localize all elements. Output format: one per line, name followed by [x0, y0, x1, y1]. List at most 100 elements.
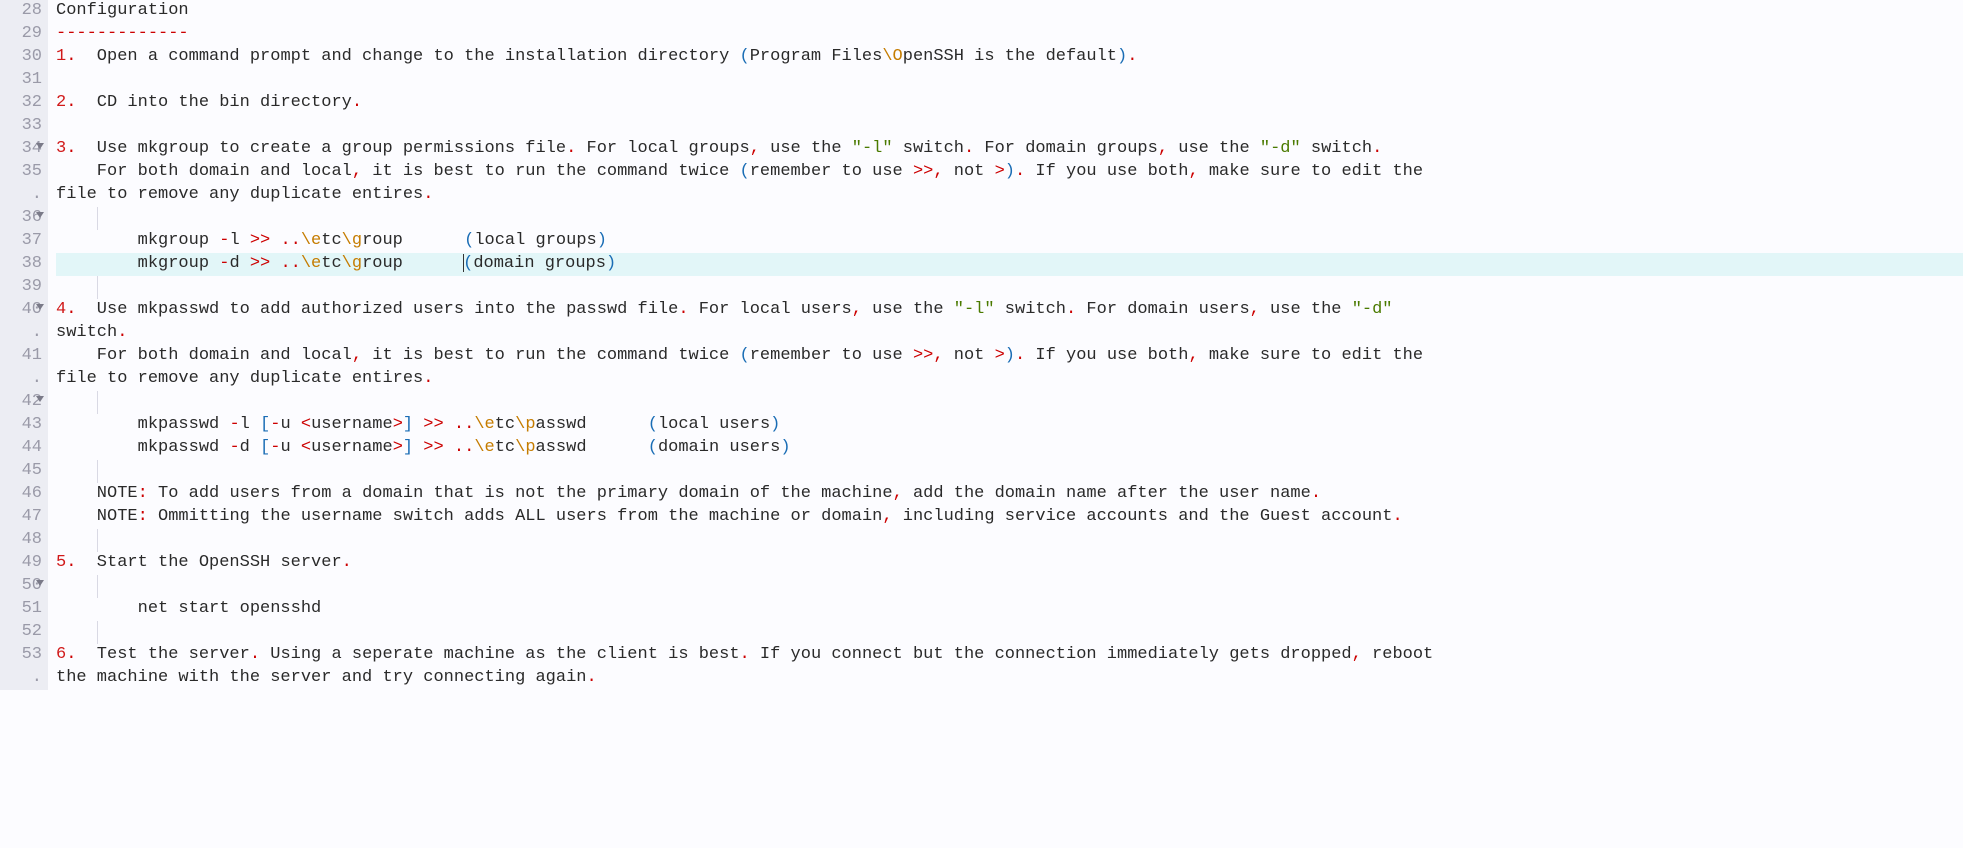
line-number[interactable]: 40 — [0, 299, 42, 322]
line-number-label: 41 — [22, 346, 42, 365]
code-line[interactable] — [56, 621, 1963, 644]
line-number[interactable]: 35 — [0, 161, 42, 184]
code-line[interactable]: NOTE: To add users from a domain that is… — [56, 483, 1963, 506]
fold-icon[interactable] — [36, 212, 44, 218]
code-line[interactable]: mkgroup -d >> ..\etc\group (domain group… — [56, 253, 1963, 276]
code-token: Configuration — [56, 1, 189, 20]
code-line[interactable] — [56, 207, 1963, 230]
code-line[interactable] — [56, 460, 1963, 483]
line-number-label: 28 — [22, 1, 42, 20]
code-line[interactable]: For both domain and local, it is best to… — [56, 161, 1963, 184]
code-line[interactable]: 3. Use mkgroup to create a group permiss… — [56, 138, 1963, 161]
line-number[interactable]: 31 — [0, 69, 42, 92]
line-number[interactable]: 47 — [0, 506, 42, 529]
code-token: l — [229, 231, 249, 250]
code-token: > — [995, 162, 1005, 181]
code-token: < — [301, 415, 311, 434]
fold-icon[interactable] — [36, 304, 44, 310]
code-line[interactable]: the machine with the server and try conn… — [56, 667, 1963, 690]
line-number[interactable]: 43 — [0, 414, 42, 437]
code-line[interactable]: ------------- — [56, 23, 1963, 46]
code-token: 2 — [56, 93, 66, 112]
line-number[interactable]: 28 — [0, 0, 42, 23]
fold-icon[interactable] — [36, 143, 44, 149]
code-token: ) — [1005, 162, 1015, 181]
line-number[interactable]: . — [0, 184, 42, 207]
code-line[interactable]: Configuration — [56, 0, 1963, 23]
code-editor[interactable]: 2829303132333435.3637383940.41.424344454… — [0, 0, 1963, 690]
line-number[interactable]: 37 — [0, 230, 42, 253]
line-number[interactable]: 51 — [0, 598, 42, 621]
fold-icon[interactable] — [36, 580, 44, 586]
code-token: - — [270, 415, 280, 434]
code-token: switch — [1301, 139, 1372, 158]
line-number[interactable]: 30 — [0, 46, 42, 69]
code-token: . — [1066, 300, 1076, 319]
code-token: , — [352, 346, 362, 365]
code-line[interactable]: file to remove any duplicate entires. — [56, 368, 1963, 391]
code-line[interactable] — [56, 276, 1963, 299]
line-number[interactable]: 45 — [0, 460, 42, 483]
line-number[interactable]: 52 — [0, 621, 42, 644]
code-token: - — [229, 415, 239, 434]
code-line[interactable]: 4. Use mkpasswd to add authorized users … — [56, 299, 1963, 322]
code-token: , — [933, 162, 943, 181]
code-token: Test the server — [76, 645, 249, 664]
line-number[interactable]: 46 — [0, 483, 42, 506]
code-token: . — [740, 645, 750, 664]
code-line[interactable] — [56, 575, 1963, 598]
code-line[interactable]: 5. Start the OpenSSH server. — [56, 552, 1963, 575]
code-token: >> — [423, 415, 443, 434]
line-number-gutter[interactable]: 2829303132333435.3637383940.41.424344454… — [0, 0, 48, 690]
code-token: , — [1188, 346, 1198, 365]
code-line[interactable]: 6. Test the server. Using a seperate mac… — [56, 644, 1963, 667]
line-number[interactable]: . — [0, 322, 42, 345]
line-number[interactable]: . — [0, 368, 42, 391]
code-token: ] — [403, 415, 413, 434]
code-token: 5 — [56, 553, 66, 572]
code-token: Use mkpasswd to add authorized users int… — [76, 300, 678, 319]
code-token — [413, 415, 423, 434]
code-line[interactable]: mkpasswd -l [-u <username>] >> ..\etc\pa… — [56, 414, 1963, 437]
code-line[interactable]: mkgroup -l >> ..\etc\group (local groups… — [56, 230, 1963, 253]
line-number[interactable]: 50 — [0, 575, 42, 598]
code-line[interactable] — [56, 69, 1963, 92]
code-line[interactable] — [56, 391, 1963, 414]
code-line[interactable]: net start opensshd — [56, 598, 1963, 621]
line-number[interactable]: 33 — [0, 115, 42, 138]
code-line[interactable]: switch. — [56, 322, 1963, 345]
code-token: > — [393, 438, 403, 457]
code-token: ) — [1117, 47, 1127, 66]
code-line[interactable]: file to remove any duplicate entires. — [56, 184, 1963, 207]
line-number[interactable]: 36 — [0, 207, 42, 230]
line-number[interactable]: 29 — [0, 23, 42, 46]
line-number[interactable]: 44 — [0, 437, 42, 460]
line-number[interactable]: 32 — [0, 92, 42, 115]
line-number[interactable]: . — [0, 667, 42, 690]
code-line[interactable]: NOTE: Ommitting the username switch adds… — [56, 506, 1963, 529]
line-number[interactable]: 38 — [0, 253, 42, 276]
code-token: Using a seperate machine as the client i… — [260, 645, 739, 664]
code-token: ( — [463, 254, 473, 273]
code-area[interactable]: Configuration -------------1. Open a comm… — [48, 0, 1963, 690]
line-number[interactable]: 48 — [0, 529, 42, 552]
line-number[interactable]: 49 — [0, 552, 42, 575]
code-token: , — [1188, 162, 1198, 181]
code-line[interactable] — [56, 529, 1963, 552]
code-line[interactable]: 2. CD into the bin directory. — [56, 92, 1963, 115]
line-number[interactable]: 39 — [0, 276, 42, 299]
code-line[interactable]: mkpasswd -d [-u <username>] >> ..\etc\pa… — [56, 437, 1963, 460]
code-token: including service accounts and the Guest… — [893, 507, 1393, 526]
code-token: switch — [893, 139, 964, 158]
line-number[interactable]: 53 — [0, 644, 42, 667]
code-token: > — [995, 346, 1005, 365]
line-number[interactable]: 42 — [0, 391, 42, 414]
line-number[interactable]: 34 — [0, 138, 42, 161]
code-line[interactable]: For both domain and local, it is best to… — [56, 345, 1963, 368]
code-line[interactable] — [56, 115, 1963, 138]
code-token: ) — [606, 254, 616, 273]
fold-icon[interactable] — [36, 396, 44, 402]
code-token — [270, 254, 280, 273]
code-line[interactable]: 1. Open a command prompt and change to t… — [56, 46, 1963, 69]
line-number[interactable]: 41 — [0, 345, 42, 368]
